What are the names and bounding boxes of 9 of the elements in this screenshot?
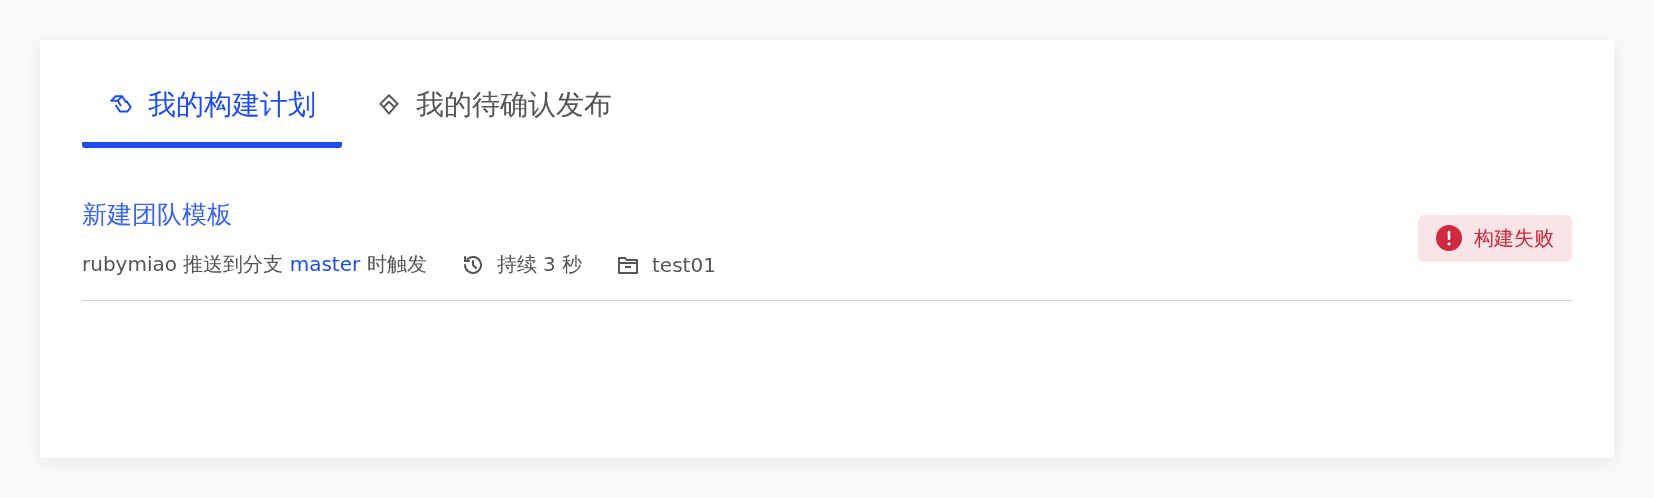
build-title-link[interactable]: 新建团队模板	[82, 198, 232, 231]
error-icon	[1436, 225, 1462, 251]
duration-text: 持续 3 秒	[496, 251, 583, 278]
tab[interactable]: 我的待确认发布	[350, 74, 638, 148]
tab[interactable]: 我的构建计划	[82, 74, 342, 148]
project-text: test01	[652, 252, 716, 277]
trigger-text: rubymiao 推送到分支 master 时触发	[82, 251, 427, 278]
status-badge: 构建失败	[1418, 214, 1572, 262]
branch-link[interactable]: master	[289, 252, 361, 276]
